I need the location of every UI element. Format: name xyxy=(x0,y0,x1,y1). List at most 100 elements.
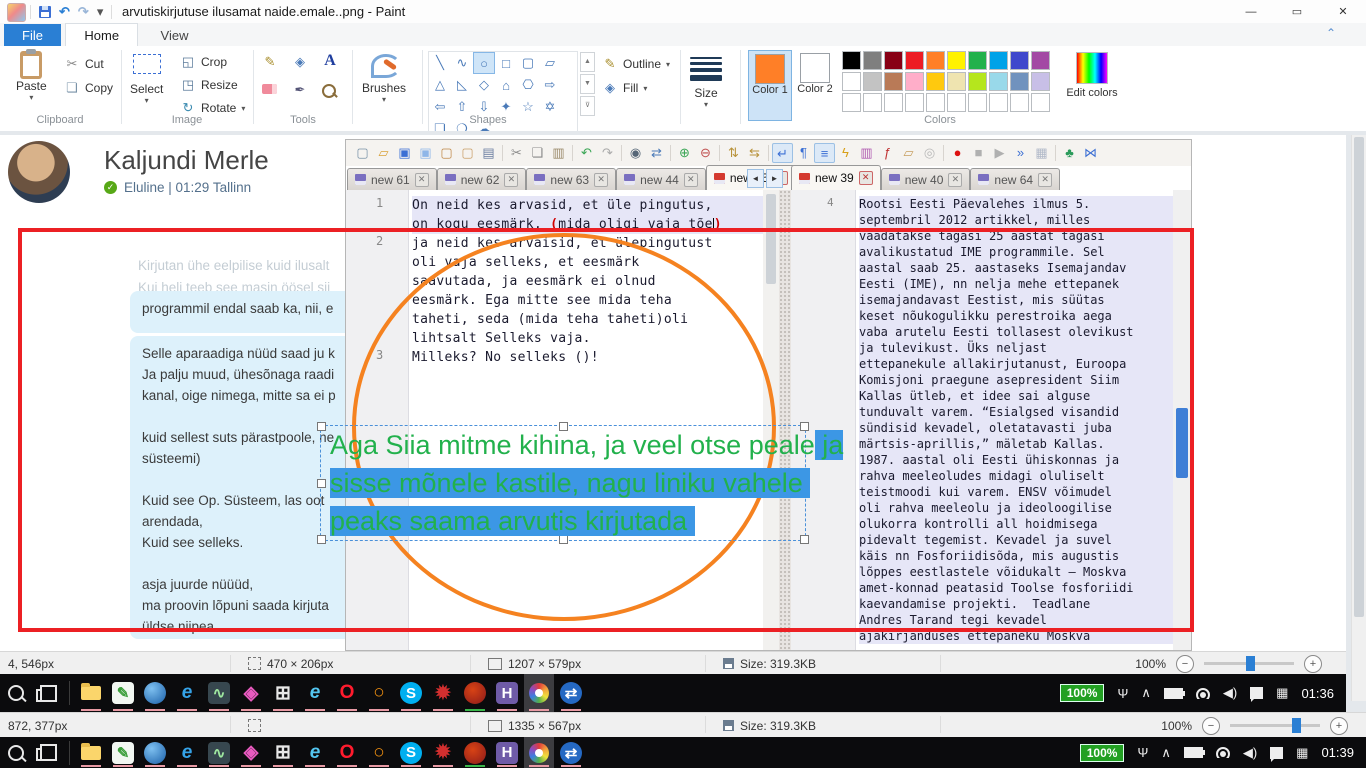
taskbar-item-search-app[interactable]: ○ xyxy=(364,737,394,768)
magnifier-tool[interactable] xyxy=(322,84,336,98)
tab-home[interactable]: Home xyxy=(65,23,138,48)
resize-handle[interactable] xyxy=(317,422,326,431)
battery-percent-badge[interactable]: 100% xyxy=(1080,744,1125,762)
taskbar-search-button[interactable] xyxy=(1,737,31,768)
wifi-icon[interactable] xyxy=(1216,747,1230,758)
color1-button[interactable]: Color 1 xyxy=(748,50,792,121)
taskbar-item-windows-store[interactable]: ⊞ xyxy=(268,737,298,768)
maximize-button[interactable]: ▭ xyxy=(1274,0,1320,23)
resize-handle[interactable] xyxy=(317,479,326,488)
palette-empty-swatch[interactable] xyxy=(842,93,861,112)
palette-swatch[interactable] xyxy=(968,51,987,70)
paint-canvas[interactable]: Kaljundi Merle ✓ Eluline | 01:29 Tallinn… xyxy=(0,135,1346,712)
taskbar-item-edge-browser[interactable]: e xyxy=(172,737,202,768)
green-text-selected[interactable]: ja xyxy=(815,430,844,460)
green-text-line[interactable]: sisse mõnele kastile, nagu liniku vahele xyxy=(330,468,810,499)
undo-icon[interactable]: ↶ xyxy=(59,4,70,20)
palette-swatch[interactable] xyxy=(1031,51,1050,70)
palette-swatch[interactable] xyxy=(1010,51,1029,70)
text-tool[interactable]: A xyxy=(322,52,338,70)
palette-swatch[interactable] xyxy=(884,51,903,70)
brushes-button[interactable]: Brushes ▾ xyxy=(362,52,406,104)
close-button[interactable]: ✕ xyxy=(1320,0,1366,23)
rounded-rectangle-shape[interactable]: ▢ xyxy=(517,52,539,74)
canvas-vertical-scrollbar[interactable] xyxy=(1351,135,1366,701)
palette-empty-swatch[interactable] xyxy=(1031,93,1050,112)
tab-file[interactable]: File xyxy=(4,24,61,47)
palette-swatch[interactable] xyxy=(905,72,924,91)
palette-swatch[interactable] xyxy=(968,72,987,91)
palette-swatch[interactable] xyxy=(989,72,1008,91)
redo-icon[interactable]: ↷ xyxy=(78,4,89,20)
notification-icon[interactable] xyxy=(1270,747,1283,759)
taskbar-item-notepad-app[interactable]: ✎ xyxy=(108,737,138,768)
palette-swatch[interactable] xyxy=(1031,72,1050,91)
pencil-tool[interactable]: ✎ xyxy=(262,54,278,70)
taskbar-item-paint-splatter-app[interactable]: ✹ xyxy=(428,737,458,768)
taskbar-item-internet-explorer[interactable]: e xyxy=(300,737,330,768)
palette-swatch[interactable] xyxy=(926,51,945,70)
collapse-ribbon-icon[interactable]: ⌃ xyxy=(1326,26,1336,40)
palette-swatch[interactable] xyxy=(863,51,882,70)
diamond-shape[interactable]: ◇ xyxy=(473,74,495,96)
crop-button[interactable]: ◱ Crop xyxy=(180,54,227,70)
minimize-button[interactable]: — xyxy=(1228,0,1274,23)
select-button[interactable]: Select ▾ xyxy=(130,54,163,105)
palette-swatch[interactable] xyxy=(947,51,966,70)
outline-button[interactable]: ✎ Outline ▾ xyxy=(602,56,670,72)
resize-button[interactable]: ◳ Resize xyxy=(180,77,238,93)
taskbar-item-teamviewer[interactable]: ⇄ xyxy=(556,737,586,768)
palette-empty-swatch[interactable] xyxy=(989,93,1008,112)
tab-view[interactable]: View xyxy=(143,24,207,47)
palette-swatch[interactable] xyxy=(884,72,903,91)
volume-icon[interactable]: ◀) xyxy=(1243,745,1257,761)
palette-swatch[interactable] xyxy=(842,72,861,91)
taskbar-item-firefox-browser[interactable] xyxy=(460,737,490,768)
hexagon-shape[interactable]: ⎔ xyxy=(517,74,539,96)
taskbar-item-skype[interactable]: S xyxy=(396,737,426,768)
taskbar-item-presentation-app[interactable]: ∿ xyxy=(204,737,234,768)
eraser-tool[interactable] xyxy=(262,84,277,94)
cut-button[interactable]: ✂ Cut xyxy=(64,56,104,72)
show-hidden-icons-chevron[interactable]: ∧ xyxy=(1161,745,1171,761)
palette-empty-swatch[interactable] xyxy=(905,93,924,112)
taskbar-item-file-explorer[interactable] xyxy=(76,737,106,768)
resize-handle[interactable] xyxy=(317,535,326,544)
curve-shape[interactable]: ∿ xyxy=(451,52,473,74)
palette-swatch[interactable] xyxy=(863,72,882,91)
palette-swatch[interactable] xyxy=(926,72,945,91)
palette-swatch[interactable] xyxy=(842,51,861,70)
taskbar-item-purple-h-app[interactable]: H xyxy=(492,737,522,768)
palette-empty-swatch[interactable] xyxy=(1010,93,1029,112)
touch-keyboard-icon[interactable]: ▦ xyxy=(1296,745,1308,761)
palette-swatch[interactable] xyxy=(905,51,924,70)
taskbar-item-blue-globe-app[interactable] xyxy=(140,737,170,768)
palette-empty-swatch[interactable] xyxy=(947,93,966,112)
palette-empty-swatch[interactable] xyxy=(863,93,882,112)
taskbar-item-3d-builder[interactable]: ◈ xyxy=(236,737,266,768)
usb-plug-icon[interactable]: Ψ xyxy=(1137,745,1148,760)
paste-button[interactable]: Paste ▾ xyxy=(16,51,47,102)
triangle-shape[interactable]: △ xyxy=(429,74,451,96)
clock[interactable]: 01:39 xyxy=(1321,745,1354,760)
palette-swatch[interactable] xyxy=(1010,72,1029,91)
right-arrow-shape[interactable]: ⇨ xyxy=(539,74,561,96)
task-view-button[interactable] xyxy=(33,737,63,768)
pentagon-shape[interactable]: ⌂ xyxy=(495,74,517,96)
save-icon[interactable] xyxy=(39,6,51,18)
green-text-selected[interactable]: peaks saama arvutis kirjutada xyxy=(330,506,695,536)
fill-tool[interactable]: ◈ xyxy=(292,54,308,70)
copy-button[interactable]: ❏ Copy xyxy=(64,80,113,96)
taskbar-item-opera-browser[interactable]: O xyxy=(332,737,362,768)
green-text-line[interactable]: peaks saama arvutis kirjutada xyxy=(330,506,695,537)
palette-empty-swatch[interactable] xyxy=(968,93,987,112)
fill-button[interactable]: ◈ Fill ▾ xyxy=(602,80,647,96)
qat-customize-icon[interactable]: ▾ xyxy=(97,4,104,20)
palette-swatch[interactable] xyxy=(989,51,1008,70)
rectangle-shape[interactable]: □ xyxy=(495,52,517,74)
color2-button[interactable]: Color 2 xyxy=(794,50,836,119)
green-text-selected[interactable]: sisse mõnele kastile, nagu liniku vahele xyxy=(330,468,810,498)
scrollbar-thumb[interactable] xyxy=(1354,137,1364,617)
line-shape[interactable]: ╲ xyxy=(429,52,451,74)
palette-empty-swatch[interactable] xyxy=(926,93,945,112)
